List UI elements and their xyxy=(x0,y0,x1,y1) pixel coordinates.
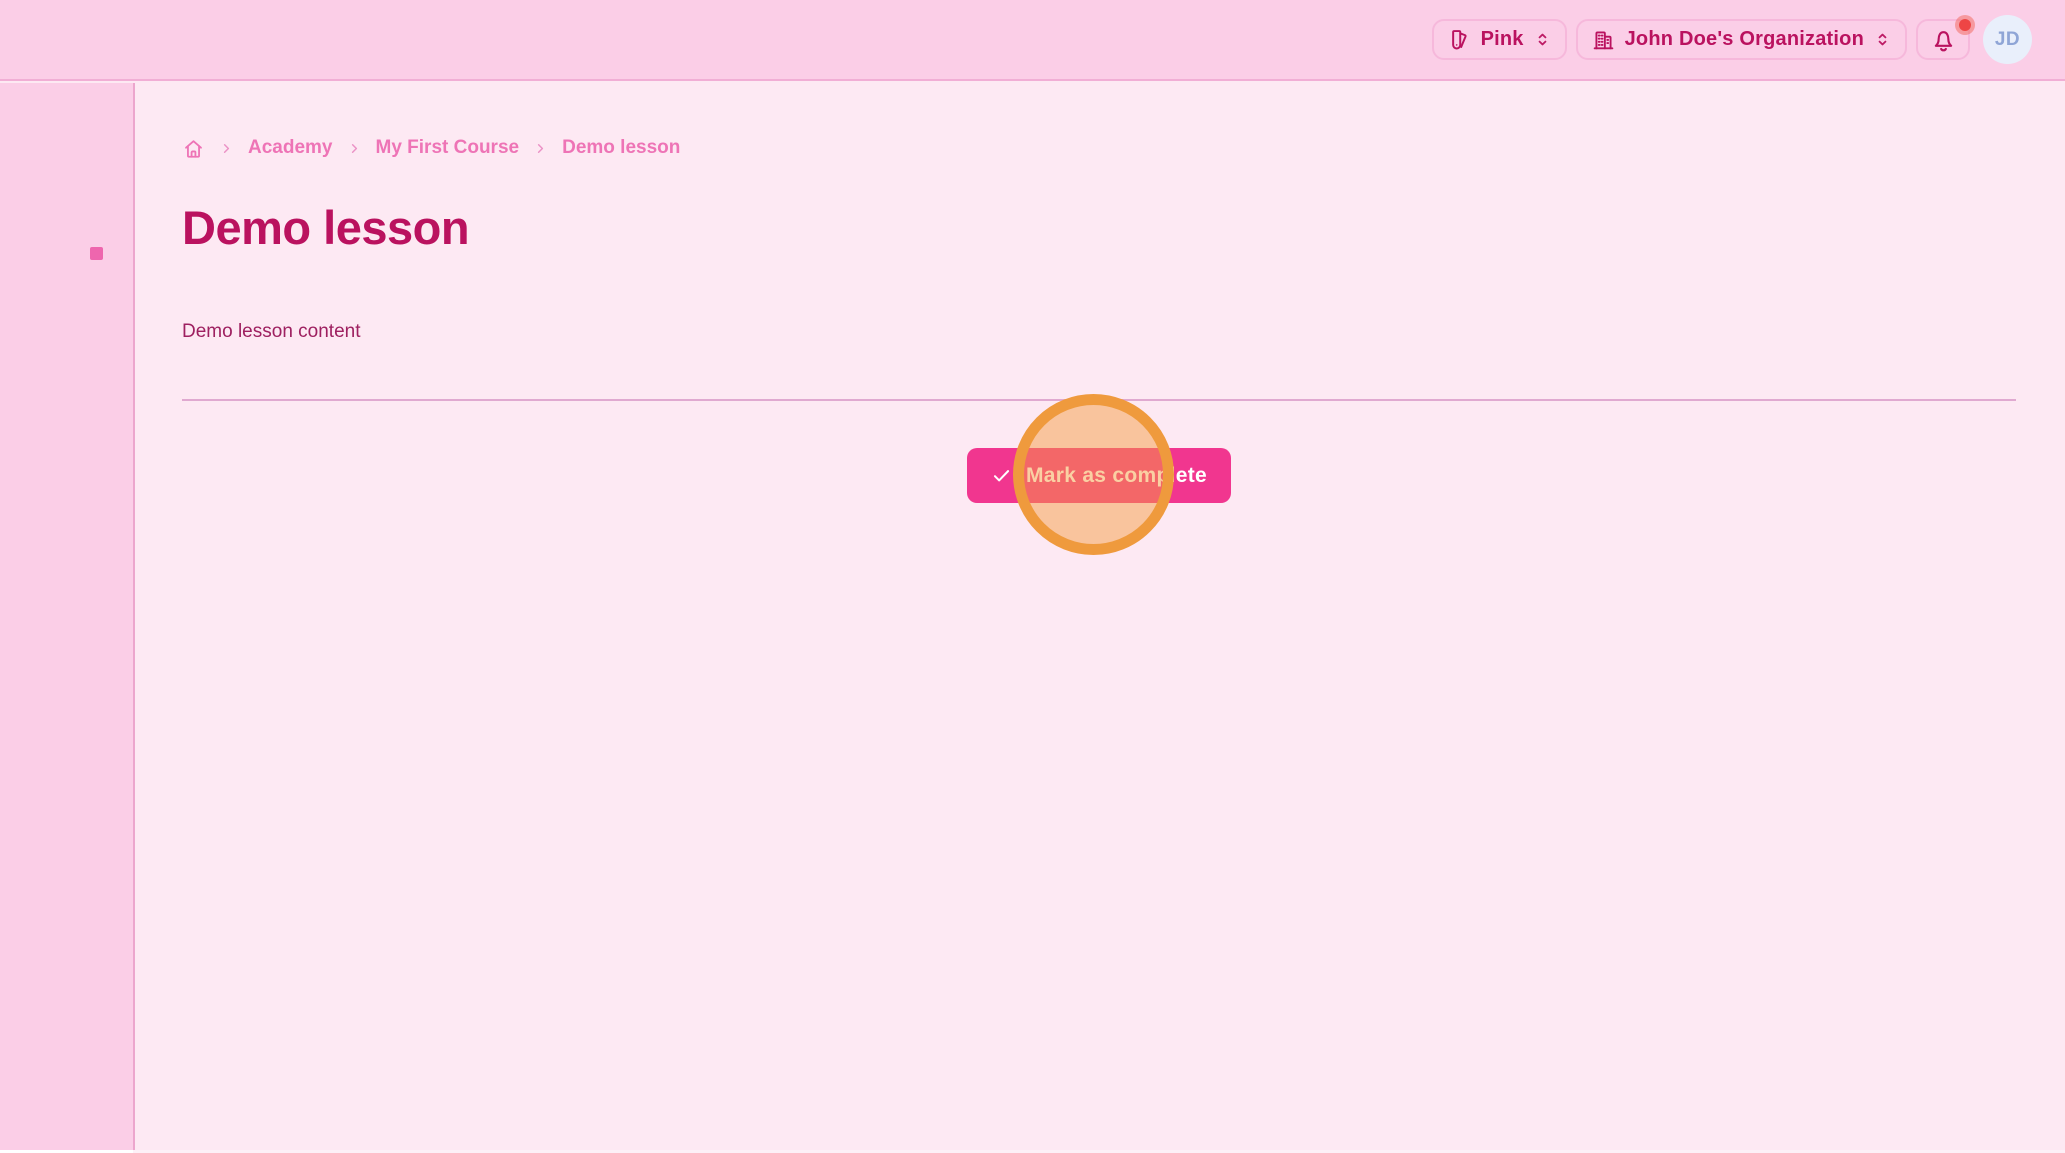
lesson-content: Demo lesson content xyxy=(182,319,2016,344)
swatches-icon xyxy=(1447,27,1472,52)
breadcrumb-home-link[interactable] xyxy=(182,137,205,160)
sidebar-collapsed-item[interactable] xyxy=(90,247,103,260)
theme-selector[interactable]: Pink xyxy=(1432,19,1567,60)
breadcrumb-link-course[interactable]: My First Course xyxy=(376,137,520,159)
breadcrumb-link-academy[interactable]: Academy xyxy=(248,137,333,159)
org-selector-label: John Doe's Organization xyxy=(1625,28,1864,51)
chevron-expand-icon xyxy=(1533,30,1552,49)
chevron-right-icon xyxy=(347,141,362,156)
notifications-button[interactable] xyxy=(1916,19,1970,60)
mark-complete-label: Mark as complete xyxy=(1026,464,1207,488)
avatar-initials: JD xyxy=(1995,29,2020,51)
theme-selector-label: Pink xyxy=(1481,28,1524,51)
chevron-right-icon xyxy=(219,141,234,156)
home-icon xyxy=(182,137,205,160)
breadcrumb: Academy My First Course Demo lesson xyxy=(182,135,2016,161)
content-divider xyxy=(182,399,2016,401)
main-content: Academy My First Course Demo lesson Demo… xyxy=(135,83,2065,1153)
org-selector[interactable]: John Doe's Organization xyxy=(1576,19,1907,60)
chevron-expand-icon xyxy=(1873,30,1892,49)
action-row: Mark as complete xyxy=(182,448,2016,503)
bell-icon xyxy=(1930,26,1957,53)
notification-unread-badge xyxy=(1955,15,1975,35)
breadcrumb-current: Demo lesson xyxy=(562,137,680,159)
page-title: Demo lesson xyxy=(182,197,2016,259)
check-icon xyxy=(991,465,1012,486)
topbar: Pink John Doe's Organization xyxy=(0,0,2065,81)
buildings-icon xyxy=(1591,27,1616,52)
user-avatar[interactable]: JD xyxy=(1983,15,2032,64)
chevron-right-icon xyxy=(533,141,548,156)
sidebar xyxy=(0,83,135,1153)
mark-complete-button[interactable]: Mark as complete xyxy=(967,448,1231,503)
